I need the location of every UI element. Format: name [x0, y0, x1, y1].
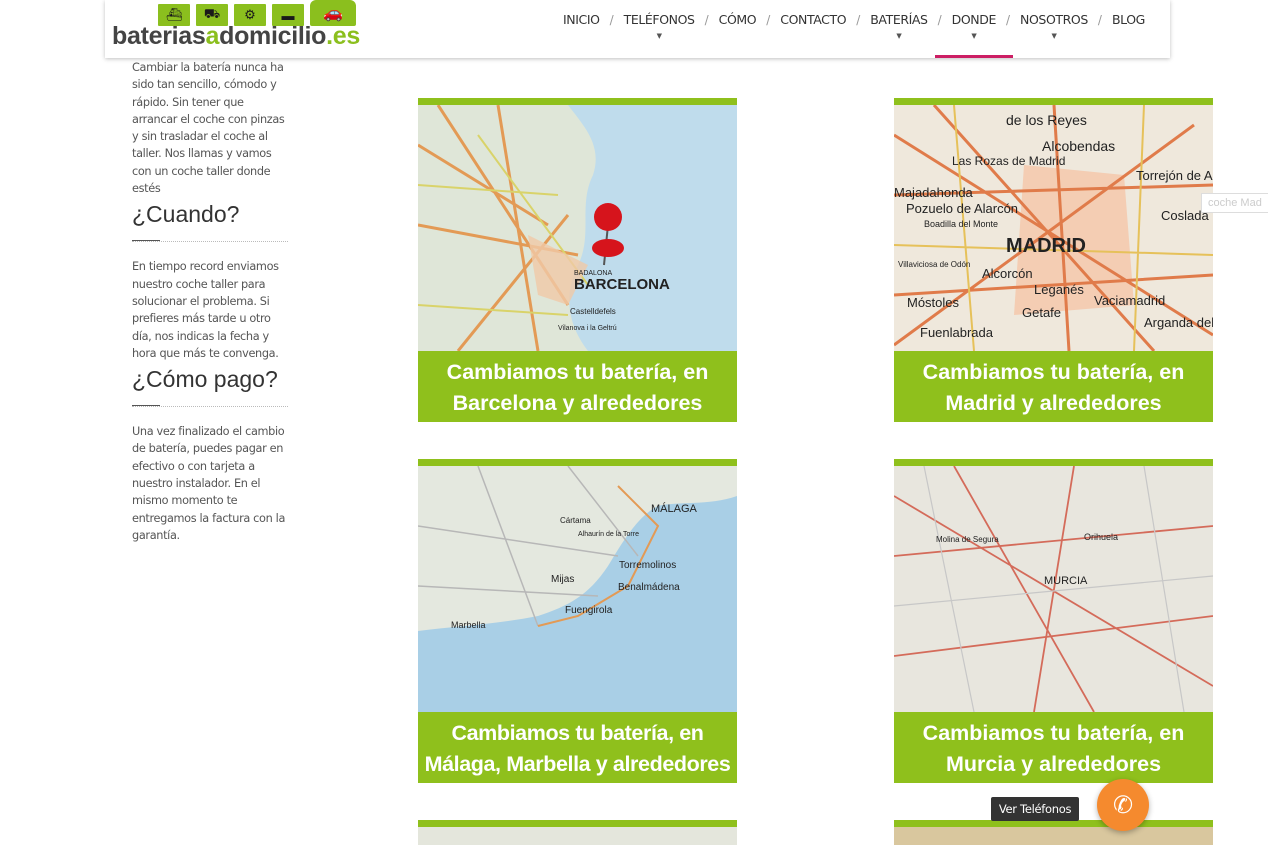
card-caption: Cambiamos tu batería, en Málaga, Marbella… — [418, 712, 737, 783]
nav-item-baterias[interactable]: BATERÍAS ▼ — [867, 12, 930, 58]
map-label-molina: Molina de Segura — [936, 535, 999, 544]
map-madrid: de los Reyes Alcobendas Las Rozas de Mad… — [894, 105, 1213, 351]
map-label-mostoles: Móstoles — [907, 295, 960, 310]
logo-text-domicilio: domicilio — [219, 22, 327, 50]
main-nav: INICIO / TELÉFONOS ▼ / CÓMO / CONTACTO / … — [560, 12, 1148, 58]
map-label-badalona: BADALONA — [574, 270, 612, 277]
map-label-pozuelo: Pozuelo de Alarcón — [906, 201, 1018, 216]
phone-icon: ✆ — [1112, 791, 1134, 819]
card-caption: Cambiamos tu batería, en Madrid y alreded… — [894, 351, 1213, 422]
map-label-fuengirola: Fuengirola — [565, 605, 613, 616]
phone-button[interactable]: ✆ — [1097, 779, 1149, 831]
map-label-malaga: MÁLAGA — [651, 502, 698, 515]
chevron-down-icon: ▼ — [971, 32, 977, 40]
logo-text-a: a — [205, 22, 220, 50]
card-partial-left[interactable] — [418, 820, 737, 845]
map-label-vilanova: Vilanova i la Geltrú — [558, 325, 617, 332]
pago-heading: ¿Cómo pago? — [132, 366, 278, 393]
divider — [132, 240, 288, 243]
logo-text-es: .es — [326, 22, 360, 50]
map-label-fuenlabrada: Fuenlabrada — [920, 325, 994, 340]
map-barcelona: BARCELONA BADALONA Castelldefels Vilanov… — [418, 105, 737, 351]
nav-item-donde[interactable]: DONDE ▼ — [934, 12, 1014, 58]
site-header: ⛴ ⛟ ⚙ ▬ 🚗 bateriasadomicilio.es INICIO /… — [105, 0, 1170, 58]
map-label-leganes: Leganés — [1034, 282, 1084, 297]
card-partial-right[interactable] — [894, 820, 1213, 845]
map-label-torrejon: Torrejón de Ardoz — [1136, 168, 1213, 183]
nav-item-nosotros[interactable]: NOSOTROS ▼ — [1017, 12, 1091, 58]
cuando-text: En tiempo record enviamos nuestro coche … — [132, 260, 279, 360]
map-label-orihuela: Orihuela — [1084, 532, 1118, 542]
map-label-vaciamadrid: Vaciamadrid — [1094, 293, 1165, 308]
map-malaga: MÁLAGA Torremolinos Benalmádena Fuengiro… — [418, 466, 737, 712]
nav-separator: / — [937, 13, 942, 27]
nav-item-inicio[interactable]: INICIO — [560, 12, 603, 58]
logo-text-baterias: baterias — [112, 22, 206, 50]
map-label-torremolinos: Torremolinos — [619, 560, 676, 571]
map-label-mijas: Mijas — [551, 574, 574, 585]
map-label-villaviciosa: Villaviciosa de Odón — [898, 260, 970, 269]
card-murcia[interactable]: MURCIA Orihuela Molina de Segura Cambiam… — [894, 459, 1213, 783]
nav-item-contacto[interactable]: CONTACTO — [777, 12, 849, 58]
cuando-heading: ¿Cuando? — [132, 201, 240, 228]
card-malaga[interactable]: MÁLAGA Torremolinos Benalmádena Fuengiro… — [418, 459, 737, 783]
map-label-reyes: de los Reyes — [1006, 112, 1087, 128]
nav-separator: / — [856, 13, 861, 27]
nav-item-como[interactable]: CÓMO — [716, 12, 760, 58]
card-barcelona[interactable]: BARCELONA BADALONA Castelldefels Vilanov… — [418, 98, 737, 422]
image-alt-tag: coche Mad — [1201, 193, 1268, 213]
chevron-down-icon: ▼ — [656, 32, 662, 40]
sidebar-intro-text: Cambiar la batería nunca ha sido tan sen… — [132, 61, 285, 196]
map-partial — [894, 827, 1213, 845]
nav-separator: / — [1005, 13, 1011, 27]
card-madrid[interactable]: de los Reyes Alcobendas Las Rozas de Mad… — [894, 98, 1213, 422]
map-label-boadilla: Boadilla del Monte — [924, 219, 998, 229]
map-partial — [418, 827, 737, 845]
map-label-marbella: Marbella — [451, 620, 486, 630]
map-label-alcobendas: Alcobendas — [1042, 138, 1115, 154]
nav-separator: / — [609, 13, 614, 27]
nav-item-telefonos[interactable]: TELÉFONOS ▼ — [621, 12, 698, 58]
divider — [132, 405, 288, 408]
card-caption: Cambiamos tu batería, en Murcia y alreded… — [894, 712, 1213, 783]
map-label-arganda: Arganda del Rey — [1144, 315, 1213, 330]
sidebar: Cambiar la batería nunca ha sido tan sen… — [132, 59, 288, 544]
map-label-alcorcon: Alcorcón — [982, 266, 1033, 281]
map-label-alhaurin: Alhaurín de la Torre — [578, 531, 639, 538]
nav-item-blog[interactable]: BLOG — [1109, 12, 1148, 58]
map-label-lasrozas: Las Rozas de Madrid — [952, 154, 1065, 168]
map-label-getafe: Getafe — [1022, 305, 1061, 320]
map-label-cartama: Cártama — [560, 516, 591, 525]
nav-separator: / — [704, 13, 709, 27]
map-murcia: MURCIA Orihuela Molina de Segura — [894, 466, 1213, 712]
logo-text: bateriasadomicilio.es — [112, 22, 360, 51]
map-label-majadahonda: Majadahonda — [894, 185, 974, 200]
map-pin-icon — [594, 203, 622, 231]
chevron-down-icon: ▼ — [896, 32, 902, 40]
phones-tooltip[interactable]: Ver Teléfonos — [991, 797, 1079, 821]
pago-text: Una vez finalizado el cambio de batería,… — [132, 425, 286, 542]
chevron-down-icon: ▼ — [1051, 32, 1057, 40]
map-label-murcia: MURCIA — [1044, 575, 1088, 587]
nav-separator: / — [766, 13, 771, 27]
site-logo[interactable]: ⛴ ⛟ ⚙ ▬ 🚗 bateriasadomicilio.es — [112, 0, 360, 51]
map-label-madrid: MADRID — [1006, 235, 1086, 257]
map-label-castelldefels: Castelldefels — [570, 307, 616, 316]
card-caption: Cambiamos tu batería, en Barcelona y alre… — [418, 351, 737, 422]
nav-separator: / — [1097, 13, 1102, 27]
map-label-barcelona: BARCELONA — [574, 276, 670, 293]
map-label-benalmadena: Benalmádena — [618, 582, 680, 593]
